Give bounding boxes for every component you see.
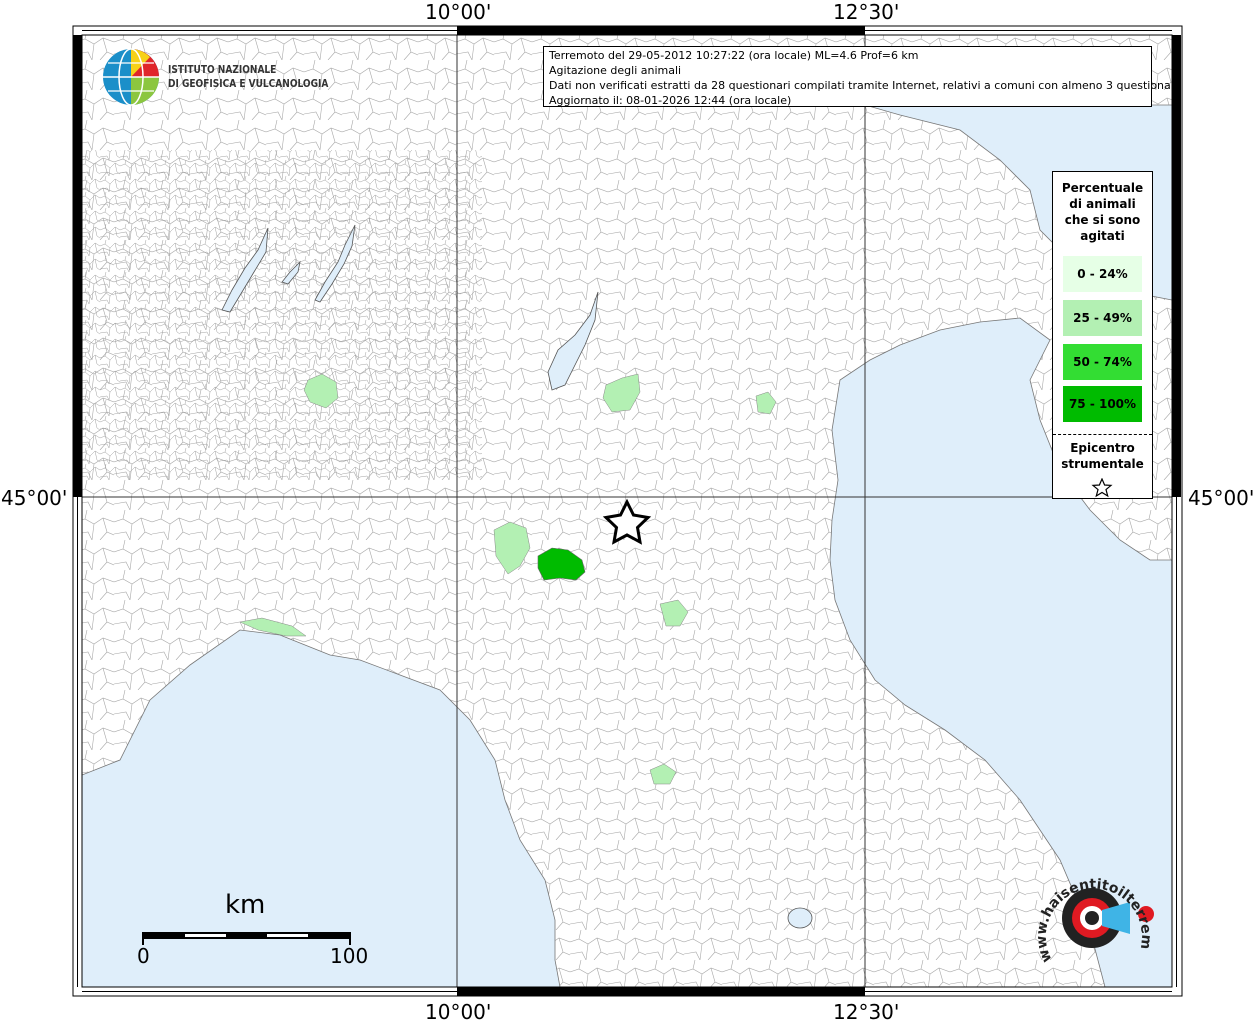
ingv-name-line2: DI GEOFISICA E VULCANOLOGIA	[168, 77, 329, 90]
legend-item-0-24: 0 - 24%	[1063, 256, 1142, 292]
legend-item-75-100: 75 - 100%	[1063, 386, 1142, 422]
ingv-globe-icon	[103, 48, 159, 106]
lon-tick-bottom-1: 10°00'	[425, 1000, 492, 1024]
legend-divider	[1053, 434, 1152, 435]
legend-title-line1: Percentuale	[1061, 181, 1144, 195]
scale-max: 100	[330, 944, 369, 968]
legend-title-line3: che si sono	[1064, 213, 1141, 227]
scale-min: 0	[137, 944, 150, 968]
legend-title-line4: agitati	[1080, 229, 1125, 243]
info-line-topic: Agitazione degli animali	[549, 64, 682, 77]
info-line-source: Dati non verificati estratti da 28 quest…	[549, 79, 1182, 92]
info-line-event: Terremoto del 29-05-2012 10:27:22 (ora l…	[549, 49, 919, 62]
legend-epicenter-label: Epicentro strumentale	[1053, 440, 1152, 472]
lat-tick-left: 45°00'	[1, 486, 68, 510]
lon-tick-bottom-2: 12°30'	[833, 1000, 900, 1024]
legend: Percentuale di animali che si sono agita…	[1052, 171, 1153, 499]
legend-epicenter-line1: Epicentro	[1070, 441, 1135, 455]
legend-epicenter-line2: strumentale	[1061, 457, 1144, 471]
ingv-name-line1: ISTITUTO NAZIONALE	[168, 63, 277, 76]
earthquake-info-box: Terremoto del 29-05-2012 10:27:22 (ora l…	[543, 46, 1182, 107]
lat-tick-right: 45°00'	[1188, 486, 1255, 510]
legend-title: Percentuale di animali che si sono agita…	[1053, 180, 1152, 244]
map: www.haisentitoilterremoto.it	[0, 0, 1183, 997]
lon-tick-top-2: 12°30'	[833, 0, 900, 24]
ingv-logo	[100, 46, 162, 112]
info-line-updated: Aggiornato il: 08-01-2026 12:44 (ora loc…	[549, 94, 792, 107]
legend-title-line2: di animali	[1069, 197, 1136, 211]
legend-star-icon	[1091, 478, 1113, 498]
legend-item-25-49: 25 - 49%	[1063, 300, 1142, 336]
scale-unit: km	[225, 890, 266, 920]
ingv-name: ISTITUTO NAZIONALE DI GEOFISICA E VULCAN…	[168, 63, 328, 91]
legend-item-50-74: 50 - 74%	[1063, 344, 1142, 380]
lon-tick-top-1: 10°00'	[425, 0, 492, 24]
